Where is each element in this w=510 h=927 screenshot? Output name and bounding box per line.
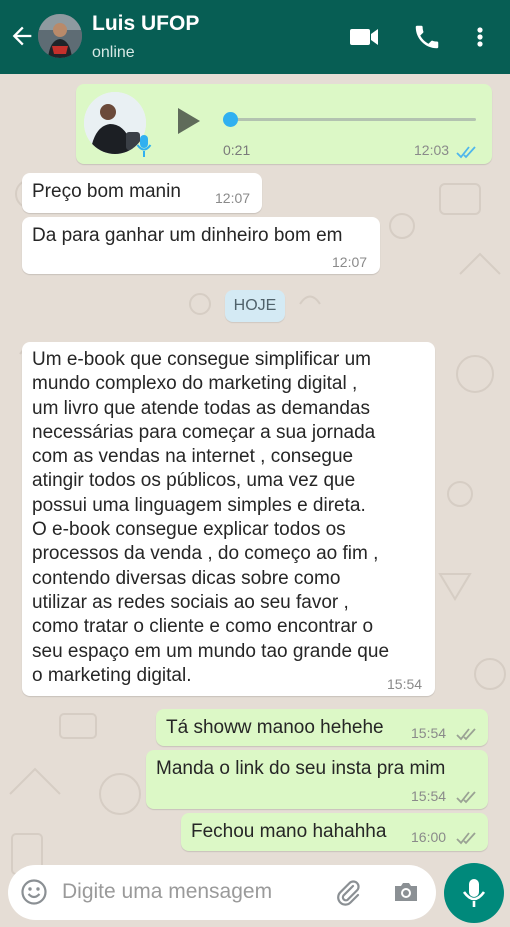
message-line: processos da venda , do começo ao fim , — [32, 543, 379, 565]
attach-button[interactable] — [334, 878, 362, 911]
message-line: necessárias para começar a sua jornada — [32, 421, 376, 443]
voice-progress-track[interactable] — [228, 118, 476, 121]
message-line: O e-book consegue explicar todos os — [32, 519, 346, 541]
read-ticks-icon — [456, 143, 478, 165]
message-line: como tratar o cliente e como encontrar o — [32, 616, 374, 638]
paperclip-icon — [337, 880, 360, 906]
message-outgoing: Manda o link do seu insta pra mim 15:54 — [146, 750, 488, 809]
message-line: atingir todos os públicos, uma vez que — [32, 470, 356, 492]
camera-button[interactable] — [392, 878, 420, 911]
message-composer — [8, 865, 436, 920]
menu-button[interactable] — [470, 22, 490, 52]
message-text: Da para ganhar um dinheiro bom em — [32, 225, 343, 246]
phone-icon — [415, 25, 439, 49]
message-text: Manda o link do seu insta pra mim — [156, 758, 446, 779]
contact-avatar[interactable] — [38, 14, 82, 58]
message-incoming: Preço bom manin 12:07 — [22, 173, 262, 213]
message-outgoing: Tá showw manoo hehehe 15:54 — [156, 709, 488, 746]
back-button[interactable] — [8, 22, 36, 50]
message-time: 12:07 — [215, 190, 251, 206]
play-button[interactable] — [176, 106, 202, 142]
message-line: mundo complexo do marketing digital , — [32, 373, 358, 395]
message-text: Um e-book que consegue simplificar um mun… — [32, 348, 432, 688]
voice-record-button[interactable] — [444, 863, 504, 923]
emoji-button[interactable] — [20, 878, 48, 911]
delivered-ticks-icon — [456, 788, 478, 810]
message-line: com as vendas na internet , consegue — [32, 446, 354, 468]
message-line: Um e-book que consegue simplificar um — [32, 349, 371, 370]
message-line: possui uma linguagem simples e direta. — [32, 494, 366, 516]
message-incoming: Um e-book que consegue simplificar um mun… — [22, 342, 435, 696]
contact-status: online — [92, 44, 135, 61]
message-line: contendo diversas dicas sobre como — [32, 567, 341, 589]
message-incoming: Da para ganhar um dinheiro bom em 12:07 — [22, 217, 380, 274]
message-time: 12:07 — [332, 254, 368, 270]
contact-name[interactable]: Luis UFOP — [92, 12, 199, 36]
more-vert-icon — [477, 27, 483, 47]
date-separator: HOJE — [225, 290, 285, 322]
message-line: o marketing digital. — [32, 664, 192, 686]
video-call-icon — [350, 29, 378, 45]
message-text: Tá showw manoo hehehe — [166, 717, 384, 738]
arrow-left-icon — [12, 26, 32, 46]
message-outgoing: Fechou mano hahahha 16:00 — [181, 813, 488, 851]
message-time: 12:03 — [414, 142, 450, 158]
emoji-icon — [21, 879, 47, 905]
message-time: 15:54 — [411, 788, 447, 804]
voice-message: 0:21 12:03 — [76, 84, 492, 164]
voice-call-button[interactable] — [412, 22, 442, 52]
message-line: seu espaço em um mundo tao grande que — [32, 640, 390, 662]
chat-header: Luis UFOP online — [0, 0, 510, 74]
voice-progress-handle[interactable] — [223, 112, 238, 127]
message-time: 16:00 — [411, 829, 447, 845]
message-time: 15:54 — [387, 676, 423, 692]
delivered-ticks-icon — [456, 725, 478, 747]
message-line: utilizar as redes sociais ao seu favor , — [32, 591, 349, 613]
voice-mic-icon — [136, 134, 152, 164]
delivered-ticks-icon — [456, 829, 478, 851]
mic-icon — [462, 879, 486, 907]
play-icon — [178, 108, 200, 134]
message-time: 15:54 — [411, 725, 447, 741]
message-line: um livro que atende todas as demandas — [32, 397, 370, 419]
camera-icon — [395, 883, 417, 901]
message-input[interactable] — [62, 877, 312, 907]
message-text: Preço bom manin — [32, 181, 181, 202]
video-call-button[interactable] — [348, 22, 380, 52]
message-text: Fechou mano hahahha — [191, 821, 387, 842]
voice-duration: 0:21 — [223, 142, 251, 158]
